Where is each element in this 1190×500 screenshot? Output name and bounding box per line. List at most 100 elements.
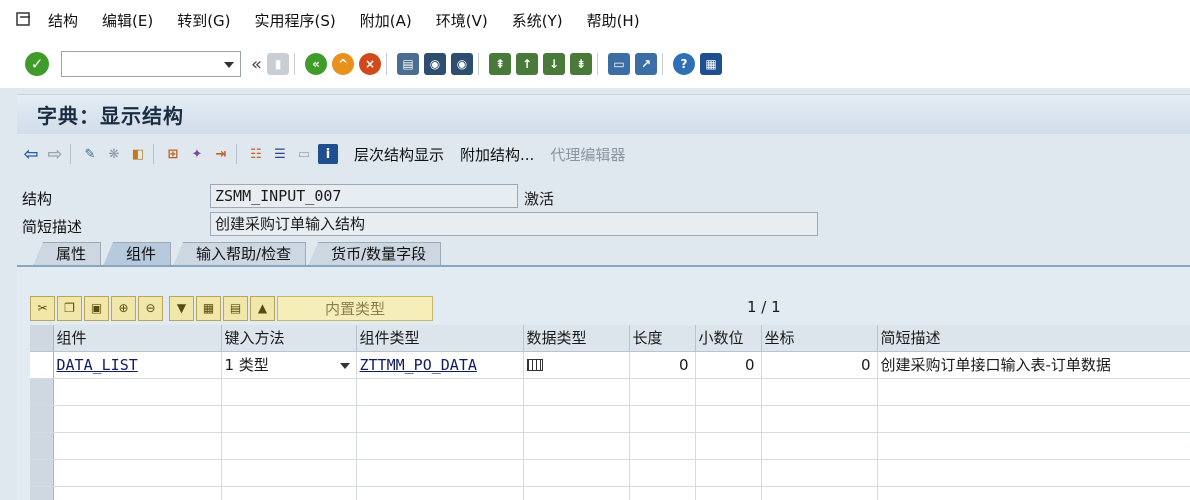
row-selector[interactable] (30, 486, 54, 500)
print-icon[interactable]: ▤ (397, 53, 420, 75)
display-change-icon[interactable]: ✎ (80, 144, 100, 164)
previous-page-icon[interactable]: ↑ (516, 53, 539, 75)
menu-system[interactable]: 系统(Y) (512, 10, 563, 31)
description-label: 简短描述 (22, 218, 83, 236)
menu-structure[interactable]: 结构 (48, 10, 78, 31)
table-toolbar: ✂ ❐ ▣ ⊕ ⊖ ▼ ▦ ▤ ▲ 内置类型 (30, 295, 433, 321)
builtin-type-button[interactable]: 内置类型 (277, 295, 433, 321)
menu-extras[interactable]: 附加(A) (360, 10, 412, 31)
save-icon[interactable]: ▮ (267, 53, 290, 75)
hierarchy-display-button[interactable]: 层次结构显示 (354, 144, 444, 165)
components-table: 组件 键入方法 组件类型 数据类型 长度 小数位 坐标 简短描述 DATA_LI… (30, 325, 1190, 500)
menu-bar: 结构 编辑(E) 转到(G) 实用程序(S) 附加(A) 环境(V) 系统(Y)… (0, 0, 1190, 40)
check-icon[interactable]: ◧ (128, 144, 148, 164)
page-indicator: 1 / 1 (747, 298, 781, 316)
back-icon[interactable]: « (305, 53, 328, 75)
move-down-icon[interactable]: ▼ (169, 295, 194, 321)
table-row[interactable] (30, 378, 1190, 406)
menu-environment[interactable]: 环境(V) (436, 10, 488, 31)
row-selector-header[interactable] (30, 325, 54, 352)
command-field[interactable] (61, 51, 241, 77)
column-header-description[interactable]: 简短描述 (877, 325, 1190, 352)
chevron-down-icon[interactable] (224, 62, 234, 68)
chevron-down-icon[interactable] (339, 363, 350, 369)
find-icon[interactable]: ◉ (424, 53, 447, 75)
column-header-length[interactable]: 长度 (629, 325, 696, 352)
description-cell[interactable]: 创建采购订单接口输入表-订单数据 (877, 351, 1190, 379)
menu-help[interactable]: 帮助(H) (587, 10, 640, 31)
table-row[interactable]: DATA_LIST 1 类型 ZTTMM_PO_DATA 0 0 0 创建采购订… (30, 351, 1190, 379)
append-structure-button[interactable]: 附加结构... (460, 144, 534, 165)
data-type-cell[interactable] (523, 351, 630, 379)
magic-wand-icon[interactable]: ✦ (187, 144, 207, 164)
display-object-list-icon[interactable]: ⇥ (211, 144, 231, 164)
description-field[interactable]: 创建采购订单输入结构 (210, 212, 818, 236)
shortcut-icon[interactable]: ↗ (635, 53, 658, 75)
structure-field[interactable]: ZSMM_INPUT_007 (210, 184, 518, 208)
coordinate-cell[interactable]: 0 (761, 351, 878, 379)
application-toolbar: ⇦ ⇨ ✎ ❋ ◧ ⊞ ✦ ⇥ ☷ ☰ ▭ i 层次结构显示 附加结构... 代… (17, 136, 1190, 172)
activate-icon[interactable]: ❋ (104, 144, 124, 164)
table-row[interactable] (30, 486, 1190, 500)
column-header-component-type[interactable]: 组件类型 (356, 325, 524, 352)
list-icon[interactable]: ▭ (294, 144, 314, 164)
row-selector[interactable] (30, 432, 54, 460)
find-next-icon[interactable]: ◉ (451, 53, 474, 75)
paste-icon[interactable]: ▣ (84, 295, 109, 321)
select-all-icon[interactable]: ▦ (196, 295, 221, 321)
row-selector[interactable] (30, 378, 54, 406)
cut-icon[interactable]: ✂ (30, 295, 55, 321)
menu-utilities[interactable]: 实用程序(S) (255, 10, 336, 31)
menu-edit[interactable]: 编辑(E) (102, 10, 153, 31)
row-selector[interactable] (30, 459, 54, 487)
column-header-coordinate[interactable]: 坐标 (761, 325, 878, 352)
tab-input-help-check[interactable]: 输入帮助/检查 (173, 242, 307, 266)
toolbar-divider (478, 53, 480, 75)
table-icon[interactable]: ☰ (270, 144, 290, 164)
tab-components[interactable]: 组件 (103, 242, 172, 266)
enter-check-icon[interactable]: ✓ (25, 52, 49, 76)
tab-attributes[interactable]: 属性 (33, 242, 102, 266)
table-row[interactable] (30, 405, 1190, 433)
deselect-all-icon[interactable]: ▤ (223, 295, 248, 321)
copy-icon[interactable]: ❐ (57, 295, 82, 321)
component-type-cell[interactable]: ZTTMM_PO_DATA (356, 351, 524, 379)
new-session-icon[interactable]: ▭ (608, 53, 631, 75)
info-icon[interactable]: i (318, 144, 338, 164)
exit-icon[interactable]: ^ (332, 53, 355, 75)
length-cell[interactable]: 0 (629, 351, 696, 379)
insert-row-icon[interactable]: ⊕ (111, 295, 136, 321)
column-header-data-type[interactable]: 数据类型 (523, 325, 630, 352)
row-selector[interactable] (30, 351, 54, 379)
next-page-icon[interactable]: ↓ (543, 53, 566, 75)
forward-arrow-icon[interactable]: ⇨ (45, 144, 65, 165)
tab-currency-quantity[interactable]: 货币/数量字段 (308, 242, 442, 266)
collapse-icon[interactable]: « (251, 54, 262, 75)
first-page-icon[interactable]: ⇞ (489, 53, 512, 75)
column-header-component[interactable]: 组件 (53, 325, 222, 352)
component-cell[interactable]: DATA_LIST (53, 351, 222, 379)
last-page-icon[interactable]: ⇟ (570, 53, 593, 75)
hierarchy-icon[interactable]: ☷ (246, 144, 266, 164)
column-header-decimals[interactable]: 小数位 (695, 325, 762, 352)
back-arrow-icon[interactable]: ⇦ (21, 144, 41, 165)
row-selector[interactable] (30, 405, 54, 433)
help-icon[interactable]: ? (673, 53, 696, 75)
decimals-cell[interactable]: 0 (695, 351, 762, 379)
tab-strip: 属性 组件 输入帮助/检查 货币/数量字段 (33, 242, 443, 266)
layout-settings-icon[interactable]: ▦ (700, 53, 723, 75)
table-row[interactable] (30, 432, 1190, 460)
move-up-icon[interactable]: ▲ (250, 295, 275, 321)
system-menu-icon[interactable] (14, 9, 36, 31)
structure-label: 结构 (22, 190, 53, 208)
menu-goto[interactable]: 转到(G) (177, 10, 230, 31)
typing-cell[interactable]: 1 类型 (221, 351, 357, 379)
where-used-icon[interactable]: ⊞ (163, 144, 183, 164)
table-row[interactable] (30, 459, 1190, 487)
proxy-editor-button: 代理编辑器 (550, 145, 626, 164)
delete-row-icon[interactable]: ⊖ (138, 295, 163, 321)
column-header-typing[interactable]: 键入方法 (221, 325, 357, 352)
toolbar-divider (153, 144, 154, 164)
cancel-icon[interactable]: × (359, 53, 382, 75)
typing-value: 1 类型 (224, 356, 269, 374)
